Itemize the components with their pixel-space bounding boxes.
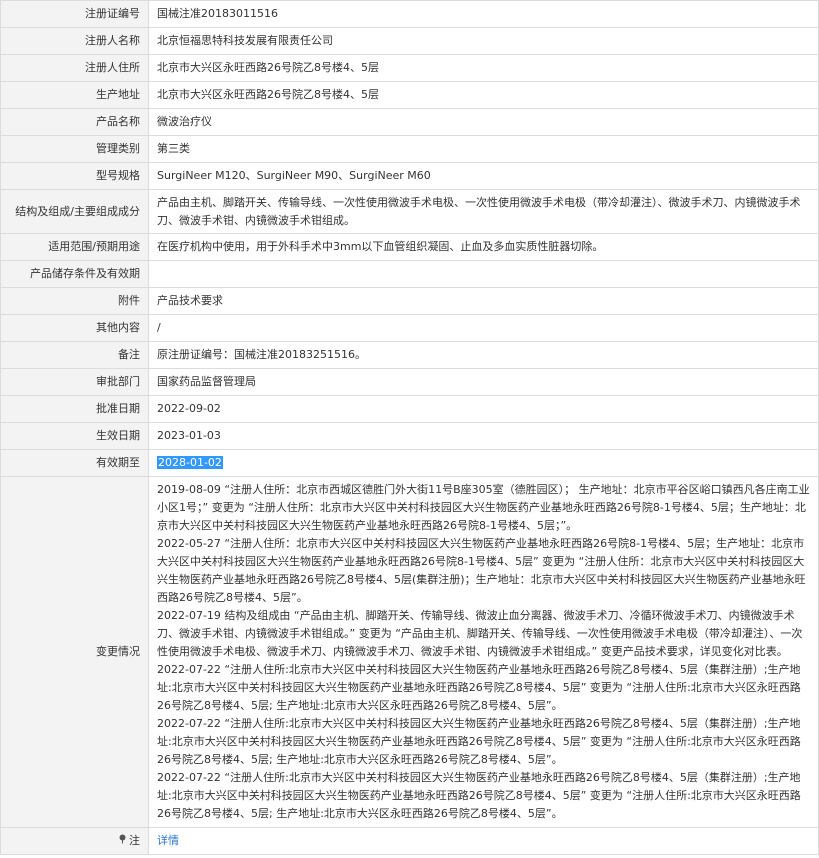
row-value: 2023-01-03 xyxy=(148,422,819,450)
row-label: 产品储存条件及有效期 xyxy=(0,260,149,288)
row-effective-date: 生效日期 2023-01-03 xyxy=(0,422,819,450)
row-valid-until: 有效期至 2028-01-02 xyxy=(0,449,819,477)
row-value: SurgiNeer M120、SurgiNeer M90、SurgiNeer M… xyxy=(148,162,819,190)
row-note: 注 详情 xyxy=(0,827,819,855)
row-attachment: 附件 产品技术要求 xyxy=(0,287,819,315)
selected-text[interactable]: 2028-01-02 xyxy=(157,456,223,469)
row-label: 管理类别 xyxy=(0,135,149,163)
row-value: / xyxy=(148,314,819,342)
row-label: 变更情况 xyxy=(0,476,149,828)
row-value: 国械注准20183011516 xyxy=(148,0,819,28)
change-entry: 2019-08-09 “注册人住所：北京市西城区德胜门外大街11号B座305室（… xyxy=(157,483,810,532)
details-link[interactable]: 详情 xyxy=(157,834,179,847)
row-label: 结构及组成/主要组成成分 xyxy=(0,189,149,234)
row-label: 附件 xyxy=(0,287,149,315)
row-value: 2028-01-02 xyxy=(148,449,819,477)
row-label: 注 xyxy=(0,827,149,855)
row-label: 生产地址 xyxy=(0,81,149,109)
row-model-spec: 型号规格 SurgiNeer M120、SurgiNeer M90、SurgiN… xyxy=(0,162,819,190)
change-entry: 2022-07-22 “注册人住所:北京市大兴区中关村科技园区大兴生物医药产业基… xyxy=(157,717,801,766)
row-structure-composition: 结构及组成/主要组成成分 产品由主机、脚踏开关、传输导线、一次性使用微波手术电极… xyxy=(0,189,819,234)
row-label: 生效日期 xyxy=(0,422,149,450)
row-label: 适用范围/预期用途 xyxy=(0,233,149,261)
row-value: 北京市大兴区永旺西路26号院乙8号楼4、5层 xyxy=(148,81,819,109)
row-approval-department: 审批部门 国家药品监督管理局 xyxy=(0,368,819,396)
row-intended-use: 适用范围/预期用途 在医疗机构中使用，用于外科手术中3mm以下血管组织凝固、止血… xyxy=(0,233,819,261)
change-entry: 2022-07-22 “注册人住所:北京市大兴区中关村科技园区大兴生物医药产业基… xyxy=(157,771,801,820)
row-remarks: 备注 原注册证编号：国械注准20183251516。 xyxy=(0,341,819,369)
row-value: 第三类 xyxy=(148,135,819,163)
row-change-history: 变更情况 2019-08-09 “注册人住所：北京市西城区德胜门外大街11号B座… xyxy=(0,476,819,828)
row-other-content: 其他内容 / xyxy=(0,314,819,342)
row-label: 注册证编号 xyxy=(0,0,149,28)
row-value: 产品技术要求 xyxy=(148,287,819,315)
row-label: 审批部门 xyxy=(0,368,149,396)
row-approval-date: 批准日期 2022-09-02 xyxy=(0,395,819,423)
row-registrant-name: 注册人名称 北京恒福思特科技发展有限责任公司 xyxy=(0,27,819,55)
row-product-name: 产品名称 微波治疗仪 xyxy=(0,108,819,136)
note-label: 注 xyxy=(129,833,140,847)
row-value: 原注册证编号：国械注准20183251516。 xyxy=(148,341,819,369)
row-value xyxy=(148,260,819,288)
row-label: 其他内容 xyxy=(0,314,149,342)
row-label: 产品名称 xyxy=(0,108,149,136)
row-label: 注册人住所 xyxy=(0,54,149,82)
row-registration-number: 注册证编号 国械注准20183011516 xyxy=(0,0,819,28)
row-value: 2022-09-02 xyxy=(148,395,819,423)
change-entry: 2022-07-19 结构及组成由 “产品由主机、脚踏开关、传输导线、微波止血分… xyxy=(157,609,803,658)
row-value: 国家药品监督管理局 xyxy=(148,368,819,396)
registration-table: 注册证编号 国械注准20183011516 注册人名称 北京恒福思特科技发展有限… xyxy=(0,0,819,855)
row-value: 北京恒福思特科技发展有限责任公司 xyxy=(148,27,819,55)
row-value: 微波治疗仪 xyxy=(148,108,819,136)
row-label: 批准日期 xyxy=(0,395,149,423)
row-label: 有效期至 xyxy=(0,449,149,477)
row-registrant-address: 注册人住所 北京市大兴区永旺西路26号院乙8号楼4、5层 xyxy=(0,54,819,82)
row-value: 产品由主机、脚踏开关、传输导线、一次性使用微波手术电极、一次性使用微波手术电极（… xyxy=(148,189,819,234)
row-storage-validity: 产品储存条件及有效期 xyxy=(0,260,819,288)
row-value: 在医疗机构中使用，用于外科手术中3mm以下血管组织凝固、止血及多血实质性脏器切除… xyxy=(148,233,819,261)
row-label: 型号规格 xyxy=(0,162,149,190)
change-history-list: 2019-08-09 “注册人住所：北京市西城区德胜门外大街11号B座305室（… xyxy=(148,476,819,828)
change-entry: 2022-07-22 “注册人住所:北京市大兴区中关村科技园区大兴生物医药产业基… xyxy=(157,663,801,712)
row-production-address: 生产地址 北京市大兴区永旺西路26号院乙8号楼4、5层 xyxy=(0,81,819,109)
pin-icon xyxy=(118,833,127,851)
change-entry: 2022-05-27 “注册人住所：北京市大兴区中关村科技园区大兴生物医药产业基… xyxy=(157,537,806,604)
row-label: 注册人名称 xyxy=(0,27,149,55)
row-value: 北京市大兴区永旺西路26号院乙8号楼4、5层 xyxy=(148,54,819,82)
row-management-category: 管理类别 第三类 xyxy=(0,135,819,163)
row-value: 详情 xyxy=(148,827,819,855)
row-label: 备注 xyxy=(0,341,149,369)
